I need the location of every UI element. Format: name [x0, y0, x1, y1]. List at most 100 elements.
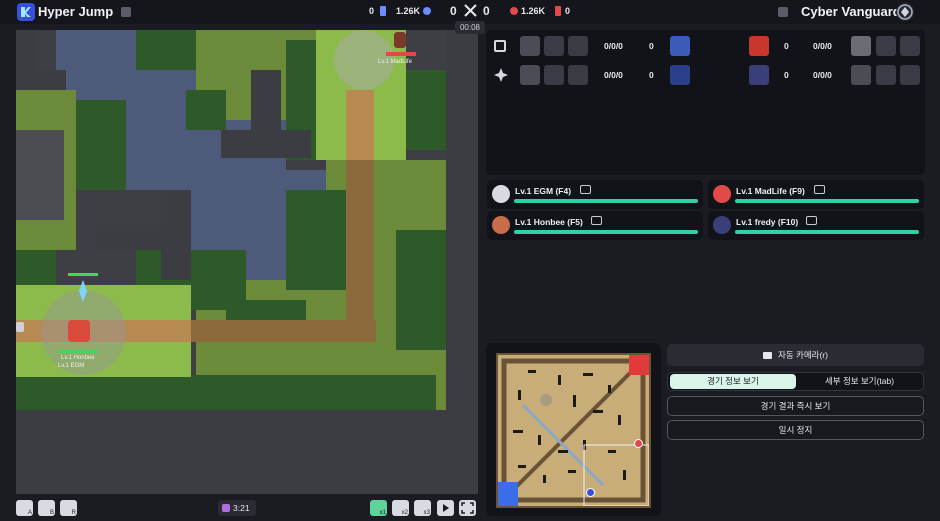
item-slot	[568, 36, 588, 56]
item-slot	[900, 36, 920, 56]
ally-name-label: Lv.1 EGM	[58, 363, 85, 369]
left-gold: 1.26K	[396, 6, 421, 16]
camera-icon[interactable]	[591, 216, 602, 225]
player-card-egm[interactable]: Lv.1 EGM (F4)	[487, 180, 703, 209]
gold-icon-red	[510, 7, 518, 15]
left-player-kda: 0/0/0	[604, 70, 623, 80]
right-player-portrait[interactable]	[749, 36, 769, 56]
ally-champion[interactable]	[68, 320, 90, 342]
score-left: 0	[450, 4, 457, 18]
info-tabs: 경기 정보 보기 세부 정보 보기(tab)	[667, 372, 924, 391]
forest	[16, 375, 436, 410]
jungle-role-icon	[494, 68, 508, 82]
left-player-portrait[interactable]	[670, 65, 690, 85]
right-player-kda: 0/0/0	[813, 70, 832, 80]
item-slot	[876, 65, 896, 85]
player-card-madlife[interactable]: Lv.1 MadLife (F9)	[708, 180, 924, 209]
minimap-panel	[486, 343, 661, 516]
player-avatar	[713, 216, 731, 234]
right-player-kda: 0/0/0	[813, 41, 832, 51]
ally-hp-bar	[58, 350, 98, 353]
stone-wall	[251, 70, 281, 150]
pause-button[interactable]: 일시 정지	[667, 420, 924, 440]
item-slot-crystal-icon	[851, 65, 871, 85]
hotkey-b-button[interactable]: B	[38, 500, 55, 516]
right-tower-count: 0	[565, 6, 571, 16]
enemy-champion[interactable]	[394, 32, 406, 48]
player-avatar	[713, 185, 731, 203]
forest	[286, 190, 346, 290]
clock-icon	[222, 504, 230, 512]
left-player-cs: 0	[649, 41, 654, 51]
ally-tower-hp-bar	[68, 273, 98, 276]
speed-x1-button[interactable]: x1	[370, 500, 387, 516]
hotkey-a-button[interactable]: A	[16, 500, 33, 516]
speed-x2-button[interactable]: x2	[392, 500, 409, 516]
player-name: Lv.1 EGM (F4)	[515, 186, 572, 196]
item-slot-crystal-icon	[520, 65, 540, 85]
show-result-button[interactable]: 경기 결과 즉시 보기	[667, 396, 924, 416]
item-slot	[544, 65, 564, 85]
item-slot-armor-icon	[851, 36, 871, 56]
hotkey-r-button[interactable]: R	[60, 500, 77, 516]
camera-icon[interactable]	[580, 185, 591, 194]
lane-path	[346, 160, 374, 340]
tower-icon	[380, 6, 386, 16]
left-tower-count: 0	[369, 6, 375, 16]
tab-game-info[interactable]: 경기 정보 보기	[670, 374, 796, 389]
player-hp-bar	[735, 230, 919, 234]
gold-icon	[423, 7, 431, 15]
minimap-player-marker	[586, 488, 595, 497]
game-map[interactable]: Lv.1 MadLife Lv.1 Honbee Lv.1 EGM	[16, 30, 478, 494]
scoreboard-panel: 0/0/0 0 0 0/0/0 0/0/0 0 0 0/0/0	[486, 30, 925, 175]
stone-wall	[16, 130, 64, 220]
player-card-fredy[interactable]: Lv.1 fredy (F10)	[708, 211, 924, 240]
player-name: Lv.1 MadLife (F9)	[736, 186, 805, 196]
minion[interactable]	[16, 322, 24, 332]
minimap-player-marker	[634, 439, 643, 448]
player-name: Lv.1 Honbee (F5)	[515, 217, 583, 227]
fullscreen-icon[interactable]	[459, 500, 476, 516]
camera-icon[interactable]	[814, 185, 825, 194]
tower-role-icon	[494, 40, 506, 52]
stone-wall	[16, 70, 66, 90]
speed-x3-button[interactable]: x3	[414, 500, 431, 516]
left-player-kda: 0/0/0	[604, 41, 623, 51]
forest	[396, 230, 446, 350]
right-player-portrait[interactable]	[749, 65, 769, 85]
item-slot	[568, 65, 588, 85]
item-slot	[876, 36, 896, 56]
play-button[interactable]	[437, 500, 454, 516]
player-hp-bar	[735, 199, 919, 203]
lane-path	[346, 90, 374, 170]
forest	[76, 100, 126, 190]
item-slot	[900, 65, 920, 85]
player-avatar	[492, 185, 510, 203]
left-player-portrait[interactable]	[670, 36, 690, 56]
video-camera-icon	[763, 352, 773, 360]
camera-icon[interactable]	[806, 216, 817, 225]
right-player-cs: 0	[784, 41, 789, 51]
enemy-hp-bar	[386, 52, 416, 56]
crossed-swords-icon	[464, 4, 477, 17]
game-time: 3:21	[233, 503, 250, 513]
team-right-name: Cyber Vanguard	[801, 4, 901, 19]
left-player-cs: 0	[649, 70, 654, 80]
auto-camera-label: 자동 카메라(r)	[778, 350, 828, 360]
team-left-marker	[121, 7, 131, 17]
player-hp-bar	[514, 230, 698, 234]
minimap[interactable]	[496, 353, 651, 508]
team-left-name: Hyper Jump	[38, 4, 114, 19]
right-player-cs: 0	[784, 70, 789, 80]
player-card-honbee[interactable]: Lv.1 Honbee (F5)	[487, 211, 703, 240]
player-name: Lv.1 fredy (F10)	[736, 217, 799, 227]
auto-camera-button[interactable]: 자동 카메라(r)	[667, 344, 924, 366]
item-slot-sword-icon	[520, 36, 540, 56]
cyber-vanguard-logo-icon	[896, 3, 914, 21]
tab-detail-info[interactable]: 세부 정보 보기(tab)	[798, 374, 921, 389]
tower-icon-red	[555, 6, 561, 16]
forest	[136, 30, 196, 70]
player-hp-bar	[514, 199, 698, 203]
forest	[16, 250, 56, 290]
score-right: 0	[483, 4, 490, 18]
